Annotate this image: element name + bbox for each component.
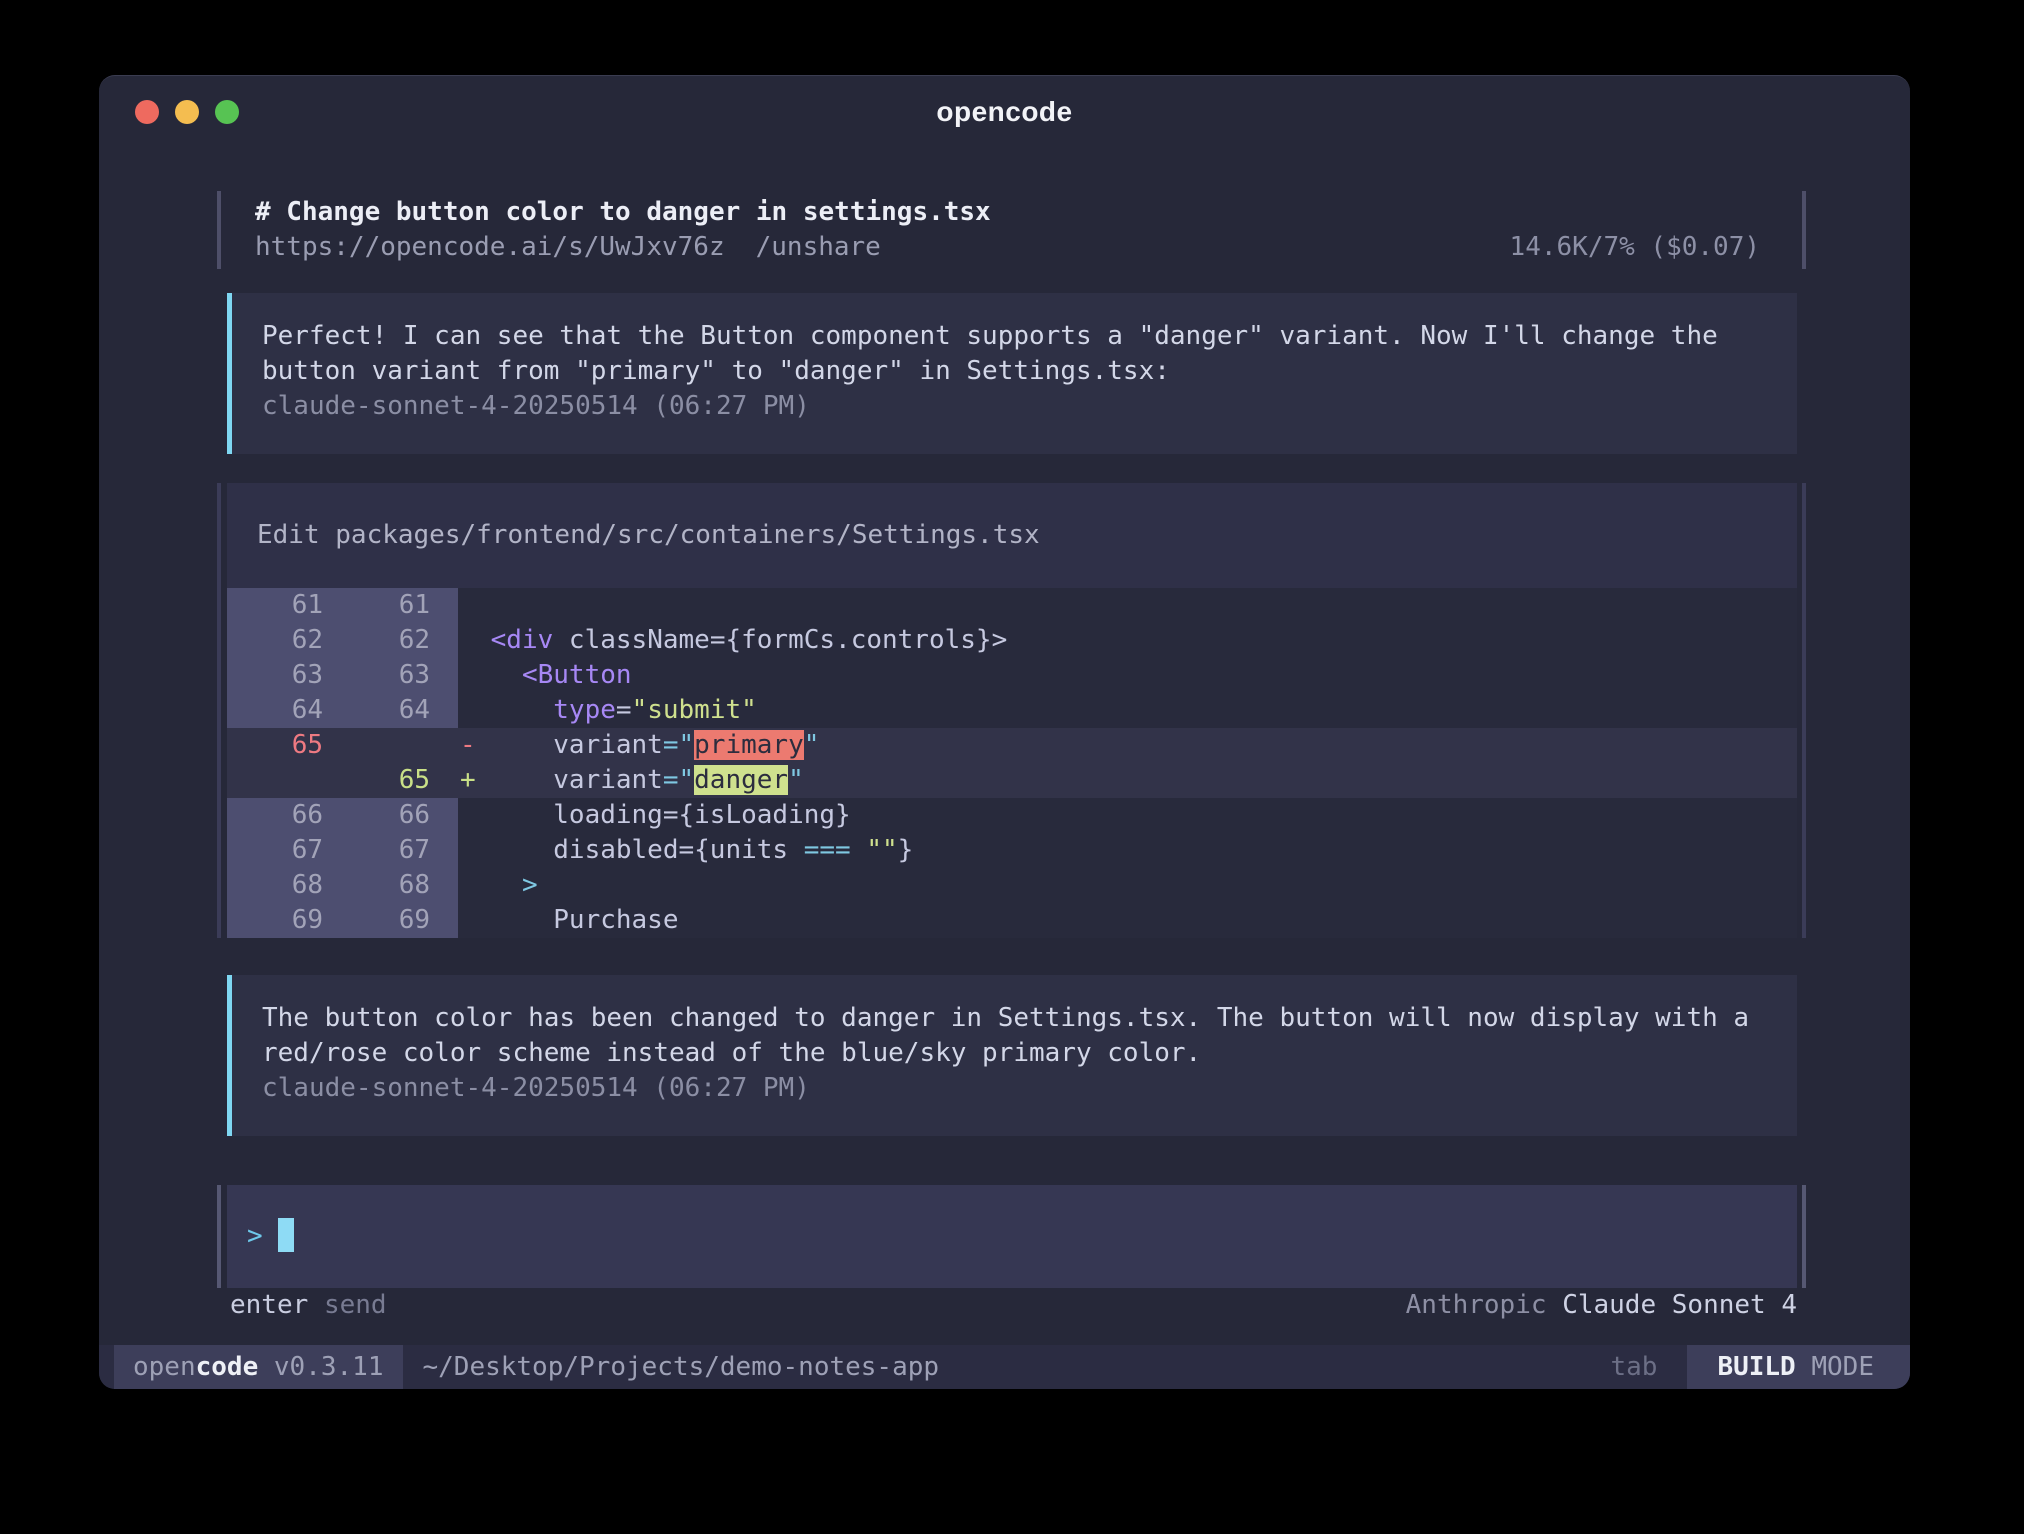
line-number-gutter: 65 — [227, 728, 458, 763]
titlebar: opencode — [99, 76, 1910, 148]
app-name-open: open — [133, 1345, 196, 1389]
app-name-code: code — [196, 1345, 259, 1389]
opencode-window: opencode # Change button color to danger… — [99, 75, 1910, 1389]
diff-view: 61616262 <div className={formCs.controls… — [227, 588, 1797, 938]
code-line: loading={isLoading} — [475, 798, 1797, 833]
message-text: Perfect! I can see that the Button compo… — [262, 319, 1767, 389]
diff-row: 6969 Purchase — [227, 903, 1797, 938]
enter-key-hint: enter — [230, 1290, 308, 1320]
share-url[interactable]: https://opencode.ai/s/UwJxv76z — [255, 230, 725, 265]
code-line: Purchase — [475, 903, 1797, 938]
line-number-gutter: 6767 — [227, 833, 458, 868]
mode-name: BUILD — [1717, 1345, 1795, 1389]
mode-suffix: MODE — [1796, 1345, 1874, 1389]
window-title: opencode — [99, 96, 1910, 128]
mode-chip[interactable]: BUILD MODE — [1687, 1345, 1910, 1389]
diff-marker — [458, 798, 475, 833]
model-label: Claude Sonnet 4 — [1562, 1290, 1797, 1320]
diff-row: 6363 <Button — [227, 658, 1797, 693]
code-line: variant="danger" — [475, 763, 1797, 798]
text-cursor — [278, 1218, 294, 1252]
line-number-gutter: 6868 — [227, 868, 458, 903]
edit-tool-block: Edit packages/frontend/src/containers/Se… — [227, 483, 1797, 938]
diff-marker — [458, 623, 475, 658]
message-text: The button color has been changed to dan… — [262, 1001, 1767, 1071]
app-version-chip: opencode v0.3.11 — [114, 1345, 403, 1389]
diff-row: 65+ variant="danger" — [227, 763, 1797, 798]
code-line: <Button — [475, 658, 1797, 693]
diff-row: 6161 — [227, 588, 1797, 623]
session-title: # Change button color to danger in setti… — [255, 195, 1760, 230]
line-number-gutter: 6262 — [227, 623, 458, 658]
message-meta: claude-sonnet-4-20250514 (06:27 PM) — [262, 1071, 1767, 1106]
assistant-message: Perfect! I can see that the Button compo… — [227, 293, 1797, 454]
diff-row: 6868 > — [227, 868, 1797, 903]
line-number-gutter: 6161 — [227, 588, 458, 623]
line-number-gutter: 6666 — [227, 798, 458, 833]
diff-marker — [458, 868, 475, 903]
unshare-command[interactable]: /unshare — [756, 230, 881, 265]
diff-row: 65- variant="primary" — [227, 728, 1797, 763]
diff-marker — [458, 903, 475, 938]
line-number-gutter: 6363 — [227, 658, 458, 693]
diff-marker: + — [458, 763, 475, 798]
prompt-symbol: > — [247, 1221, 263, 1251]
code-line — [475, 588, 1797, 623]
prompt-input[interactable]: > — [227, 1185, 1797, 1288]
diff-marker — [458, 588, 475, 623]
session-header: # Change button color to danger in setti… — [227, 191, 1797, 269]
provider-label: Anthropic — [1406, 1290, 1547, 1320]
line-number-gutter: 65 — [227, 763, 458, 798]
code-line: disabled={units === ""} — [475, 833, 1797, 868]
app-version: v0.3.11 — [258, 1345, 383, 1389]
diff-row: 6464 type="submit" — [227, 693, 1797, 728]
hint-bar: enter send Anthropic Claude Sonnet 4 — [227, 1288, 1797, 1323]
token-usage: 14.6K/7% ($0.07) — [1510, 230, 1760, 265]
diff-marker — [458, 658, 475, 693]
code-line: type="submit" — [475, 693, 1797, 728]
code-line: <div className={formCs.controls}> — [475, 623, 1797, 658]
line-number-gutter: 6464 — [227, 693, 458, 728]
status-bar: opencode v0.3.11 ~/Desktop/Projects/demo… — [99, 1345, 1910, 1389]
diff-marker — [458, 833, 475, 868]
working-directory: ~/Desktop/Projects/demo-notes-app — [422, 1345, 939, 1389]
code-line: variant="primary" — [475, 728, 1797, 763]
diff-marker — [458, 693, 475, 728]
tab-key-hint[interactable]: tab — [1610, 1345, 1657, 1389]
message-meta: claude-sonnet-4-20250514 (06:27 PM) — [262, 389, 1767, 424]
assistant-message: The button color has been changed to dan… — [227, 975, 1797, 1136]
diff-row: 6262 <div className={formCs.controls}> — [227, 623, 1797, 658]
diff-row: 6666 loading={isLoading} — [227, 798, 1797, 833]
diff-marker: - — [458, 728, 475, 763]
code-line: > — [475, 868, 1797, 903]
edit-file-title: Edit packages/frontend/src/containers/Se… — [227, 483, 1797, 588]
line-number-gutter: 6969 — [227, 903, 458, 938]
send-action-hint: send — [324, 1290, 387, 1320]
diff-row: 6767 disabled={units === ""} — [227, 833, 1797, 868]
